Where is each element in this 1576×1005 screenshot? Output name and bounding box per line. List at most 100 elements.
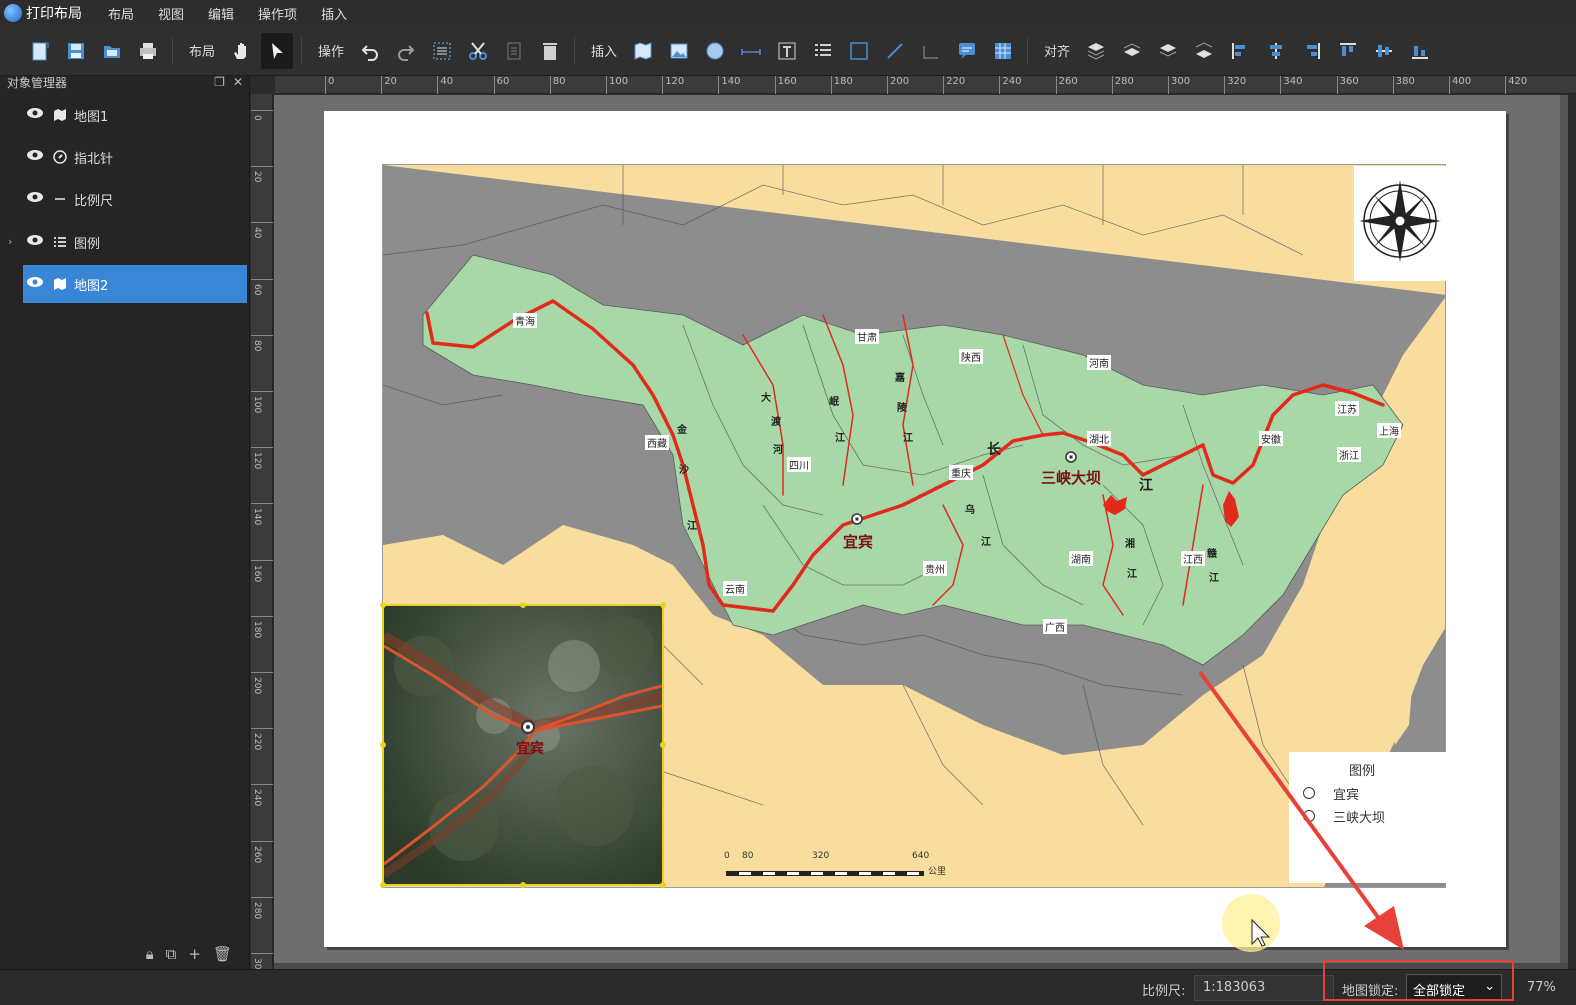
scalebar-tick-label: 80 (742, 851, 754, 861)
insert-map-icon[interactable] (627, 33, 659, 69)
insert-legend-icon[interactable] (807, 33, 839, 69)
undo-icon[interactable] (354, 33, 386, 69)
ruler-tick-label: 360 (1336, 76, 1359, 94)
align-top-icon[interactable] (1332, 33, 1364, 69)
province-label: 四川 (787, 457, 811, 472)
expand-chevron-icon[interactable]: › (8, 235, 12, 248)
river-label: 陵 (897, 403, 907, 414)
resize-handle[interactable] (520, 602, 526, 608)
align-right-icon[interactable] (1296, 33, 1328, 69)
duplicate-icon[interactable]: ⧉ (166, 945, 177, 963)
new-layout-icon[interactable] (24, 33, 56, 69)
ruler-tick-label: 80 (251, 334, 273, 351)
layer-label: 地图2 (74, 278, 109, 294)
align-left-icon[interactable] (1224, 33, 1256, 69)
add-icon[interactable]: + (188, 945, 201, 963)
trash-icon[interactable]: 🗑︎ (213, 945, 232, 963)
save-icon[interactable] (60, 33, 92, 69)
copy-icon[interactable] (498, 33, 530, 69)
resize-handle[interactable] (380, 742, 386, 748)
menu-insert[interactable]: 插入 (321, 4, 347, 23)
close-panel-icon[interactable]: ✕ (233, 75, 243, 89)
scale-bar[interactable]: 0 80 320 640 公里 (722, 851, 952, 881)
resize-handle[interactable] (660, 742, 666, 748)
zoom-level[interactable]: 77% (1527, 980, 1556, 995)
ruler-tick-label: 200 (887, 76, 909, 94)
redo-icon[interactable] (390, 33, 422, 69)
select-all-icon[interactable] (426, 33, 458, 69)
panel-title: 对象管理器 (7, 75, 68, 90)
insert-compass-icon[interactable] (699, 33, 731, 69)
province-label: 江苏 (1335, 401, 1359, 416)
resize-handle[interactable] (660, 602, 666, 608)
float-panel-icon[interactable]: ❐ (214, 75, 225, 89)
layer-item-map1[interactable]: 地图1 (23, 96, 247, 134)
visibility-eye-icon[interactable] (26, 107, 44, 123)
menu-edit[interactable]: 编辑 (208, 4, 234, 23)
visibility-eye-icon[interactable] (26, 191, 44, 207)
align-middle-v-icon[interactable] (1368, 33, 1400, 69)
ruler-tick-label: 220 (251, 728, 273, 750)
bring-to-front-icon[interactable] (1080, 33, 1112, 69)
river-label: 江 (1139, 478, 1153, 494)
send-backward-icon[interactable] (1152, 33, 1184, 69)
river-label: 江 (903, 433, 913, 444)
visibility-eye-icon[interactable] (26, 276, 44, 292)
vertical-scrollbar[interactable] (1560, 95, 1568, 969)
resize-handle[interactable] (380, 602, 386, 608)
ruler-tick-label: 0 (325, 76, 334, 94)
object-manager-panel: 对象管理器 ❐ ✕ 地图1 指北针 比例尺 › 图例 地图2 🔒︎ ⧉ + 🗑︎ (0, 75, 250, 969)
resize-handle[interactable] (660, 882, 666, 888)
delete-icon[interactable] (534, 33, 566, 69)
send-to-back-icon[interactable] (1188, 33, 1220, 69)
ruler-tick-label: 160 (774, 76, 797, 94)
ruler-tick-label: 0 (251, 110, 273, 121)
menu-view[interactable]: 视图 (158, 4, 184, 23)
layer-item-map2[interactable]: 地图2 (23, 265, 247, 303)
align-bottom-icon[interactable] (1404, 33, 1436, 69)
insert-scalebar-icon[interactable] (735, 33, 767, 69)
layer-item-compass[interactable]: 指北针 (23, 138, 247, 176)
toolbar-insert-label: 插入 (591, 45, 618, 60)
insert-rectangle-icon[interactable] (843, 33, 875, 69)
scale-input[interactable]: 1:183063 (1194, 975, 1334, 1001)
resize-handle[interactable] (380, 882, 386, 888)
visibility-eye-icon[interactable] (26, 234, 44, 250)
resize-handle[interactable] (520, 882, 526, 888)
province-label: 云南 (723, 581, 747, 596)
visibility-eye-icon[interactable] (26, 149, 44, 165)
pan-hand-icon[interactable] (225, 33, 257, 69)
insert-text-icon[interactable] (771, 33, 803, 69)
ruler-tick-label: 180 (830, 76, 853, 94)
scale-label: 比例尺: (1142, 984, 1186, 999)
insert-table-icon[interactable] (987, 33, 1019, 69)
province-label: 浙江 (1337, 447, 1361, 462)
bring-forward-icon[interactable] (1116, 33, 1148, 69)
align-center-h-icon[interactable] (1260, 33, 1292, 69)
province-label: 安徽 (1259, 431, 1283, 446)
ruler-tick-label: 100 (251, 391, 273, 413)
ruler-tick-label: 80 (549, 76, 566, 94)
cut-icon[interactable] (462, 33, 494, 69)
legend[interactable]: 图例 宜宾 三峡大坝 (1289, 752, 1446, 883)
select-arrow-icon[interactable] (261, 32, 294, 69)
map2-inset-frame[interactable]: 宜宾 (382, 604, 664, 886)
layer-item-legend[interactable]: › 图例 (8, 223, 247, 261)
lock-icon[interactable]: 🔒︎ (146, 945, 154, 963)
province-label: 西藏 (645, 435, 669, 450)
ruler-tick-label: 320 (1224, 76, 1246, 94)
layer-item-scalebar[interactable]: 比例尺 (23, 180, 247, 218)
insert-polyline-icon[interactable] (915, 33, 947, 69)
print-icon[interactable] (132, 33, 164, 69)
layer-label: 指北针 (74, 151, 114, 167)
insert-line-icon[interactable] (879, 33, 911, 69)
insert-image-icon[interactable] (663, 33, 695, 69)
river-label: 金 (677, 425, 687, 436)
layout-canvas[interactable]: 青海 西藏 四川 甘肃 陕西 河南 湖北 重庆 贵州 云南 湖南 江西 安徽 江… (274, 95, 1568, 969)
scalebar-tick-label: 640 (912, 851, 930, 861)
menu-actions[interactable]: 操作项 (258, 4, 297, 23)
menu-layout[interactable]: 布局 (108, 4, 134, 23)
open-folder-icon[interactable] (96, 33, 128, 69)
north-arrow[interactable] (1354, 166, 1446, 281)
insert-callout-icon[interactable] (951, 33, 983, 69)
